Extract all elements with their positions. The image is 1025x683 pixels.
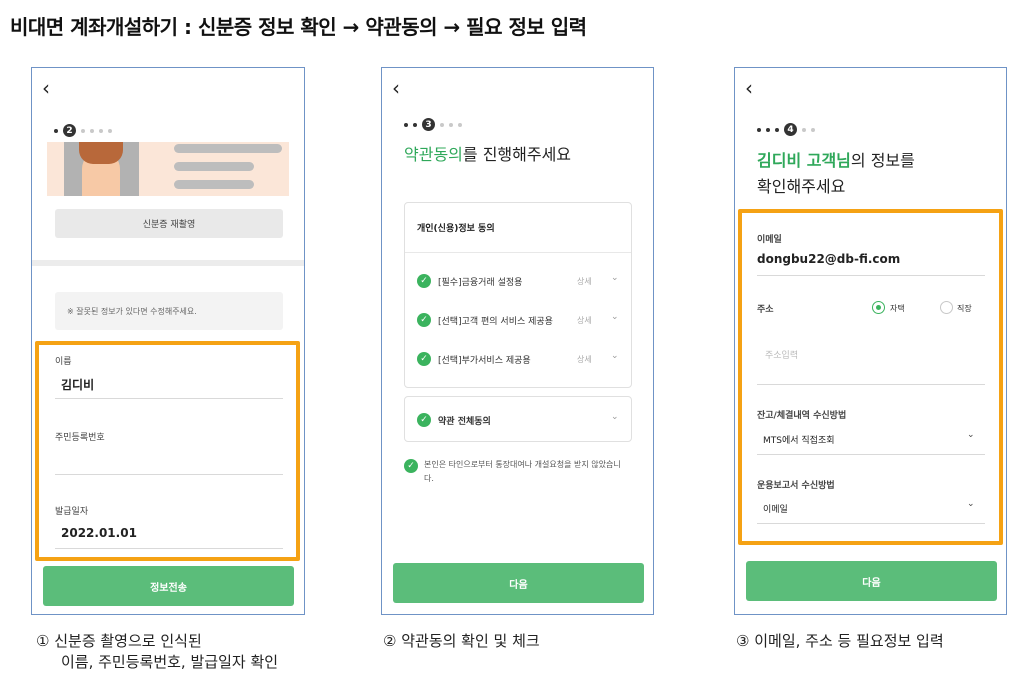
section-divider [32,260,304,266]
check-circle-icon[interactable]: ✓ [417,413,431,427]
headline-rest: 의 정보를 [850,151,915,170]
id-card-line [174,180,254,189]
step-dot [458,122,462,127]
back-icon[interactable]: ‹ [392,78,400,98]
card-divider [405,252,631,253]
step-dot [90,128,94,133]
step-dot [802,127,806,132]
step-indicator: 2 [54,124,112,137]
next-button[interactable]: 다음 [393,563,644,603]
headline-rest: 를 진행해주세요 [462,145,572,164]
step-dot [413,122,417,127]
retake-id-button[interactable]: 신분증 재촬영 [55,209,283,238]
step-dot [108,128,112,133]
caption-line: ① 신분증 촬영으로 인식된 [36,632,202,650]
chevron-down-icon[interactable]: ⌄ [611,312,619,322]
detail-link[interactable]: 상세 [577,354,592,365]
caption-line: 이름, 주민등록번호, 발급일자 확인 [61,653,279,671]
id-photo [64,142,139,196]
terms-headline: 약관동의를 진행해주세요 [404,142,571,168]
screen-id-verification: ‹ 2 신분증 재촬영 ※ 잘못된 정보가 있다면 수정해주세요. 이름 김디비… [31,67,305,615]
step-dot [440,122,444,127]
chevron-down-icon[interactable]: ⌄ [611,412,619,422]
caption-step1: ① 신분증 촬영으로 인식된 이름, 주민등록번호, 발급일자 확인 [36,631,278,673]
step-dot [811,127,815,132]
consent-card: 개인(신용)정보 동의 ✓ [필수]금융거래 설정용 상세 ⌄ ✓ [선택]고객… [404,202,632,388]
step-dot [775,127,779,132]
check-circle-icon[interactable]: ✓ [417,313,431,327]
step-indicator: 3 [404,118,462,131]
step-current: 4 [784,123,797,136]
chevron-down-icon[interactable]: ⌄ [611,351,619,361]
step-current: 3 [422,118,435,131]
consent-item-label: [필수]금융거래 설정용 [438,278,523,288]
highlight-box [35,341,300,561]
highlight-box [738,209,1003,545]
consent-item-label: [선택]고객 편의 서비스 제공용 [438,317,553,327]
step-dot [449,122,453,127]
detail-link[interactable]: 상세 [577,276,592,287]
all-agree-label: 약관 전체동의 [438,417,491,427]
consent-item-label: [선택]부가서비스 제공용 [438,356,531,366]
screen-terms-agreement: ‹ 3 약관동의를 진행해주세요 개인(신용)정보 동의 ✓ [필수]금융거래 … [381,67,654,615]
caption-line: ③ 이메일, 주소 등 필요정보 입력 [736,632,944,650]
id-card-line [174,162,254,171]
screen-required-info: ‹ 4 김디비 고객님의 정보를 확인해주세요 이메일 dongbu22@db-f… [734,67,1007,615]
id-card-line [174,144,282,153]
detail-link[interactable]: 상세 [577,315,592,326]
check-circle-icon[interactable]: ✓ [417,274,431,288]
id-card-image [47,142,289,196]
submit-info-button[interactable]: 정보전송 [43,566,294,606]
step-dot [757,127,761,132]
edit-notice: ※ 잘못된 정보가 있다면 수정해주세요. [55,292,283,330]
step-dot [99,128,103,133]
info-headline: 김디비 고객님의 정보를 확인해주세요 [757,148,915,199]
self-confirm-notice: 본인은 타인으로부터 통장대여나 개설요청을 받지 않았습니다. [424,460,621,483]
check-circle-icon[interactable]: ✓ [404,459,418,473]
next-button[interactable]: 다음 [746,561,997,601]
caption-step2: ② 약관동의 확인 및 체크 [383,631,540,652]
check-circle-icon[interactable]: ✓ [417,352,431,366]
all-agree-card[interactable]: ✓ 약관 전체동의 ⌄ [404,396,632,442]
step-indicator: 4 [757,123,815,136]
caption-step3: ③ 이메일, 주소 등 필요정보 입력 [736,631,944,652]
headline-accent: 약관동의 [404,145,463,164]
chevron-down-icon[interactable]: ⌄ [611,273,619,283]
step-dot [81,128,85,133]
page-title: 비대면 계좌개설하기 : 신분증 정보 확인 → 약관동의 → 필요 정보 입력 [10,15,587,39]
step-dot [766,127,770,132]
step-dot [404,122,408,127]
caption-line: ② 약관동의 확인 및 체크 [383,632,540,650]
headline-line2: 확인해주세요 [757,176,846,196]
back-icon[interactable]: ‹ [42,78,50,98]
step-dot [54,128,58,133]
back-icon[interactable]: ‹ [745,78,753,98]
headline-accent: 김디비 고객님 [757,151,851,170]
consent-header: 개인(신용)정보 동의 [417,224,495,234]
step-current: 2 [63,124,76,137]
